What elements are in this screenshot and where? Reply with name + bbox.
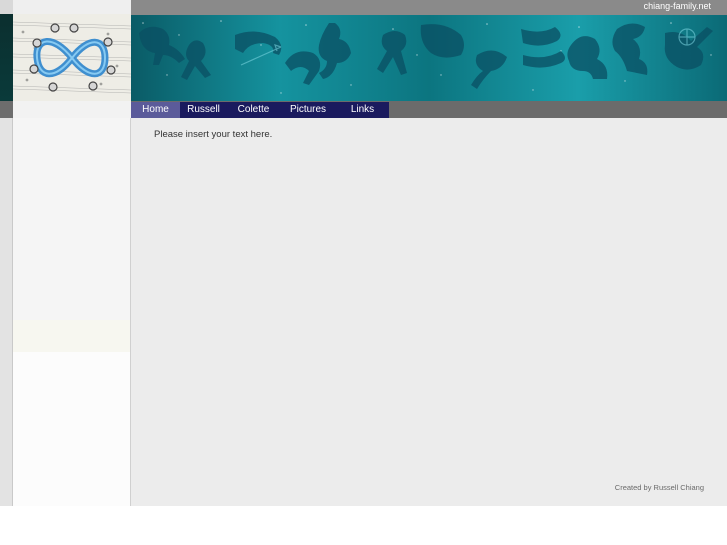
zodiac-banner xyxy=(131,15,727,101)
nav-left-spacer xyxy=(13,101,131,118)
nav-item-pictures[interactable]: Pictures xyxy=(280,102,336,118)
page-bottom xyxy=(0,506,727,545)
sidebar-band xyxy=(13,320,130,352)
nav-item-russell[interactable]: Russell xyxy=(180,102,227,118)
intro-text: Please insert your text here. xyxy=(154,129,273,140)
nav-item-links[interactable]: Links xyxy=(336,102,389,118)
sidebar-lower xyxy=(13,352,130,506)
left-strip-grey xyxy=(0,101,13,118)
left-strip-dark xyxy=(0,14,13,101)
nav-item-colette[interactable]: Colette xyxy=(227,102,280,118)
site-name: chiang-family.net xyxy=(643,1,711,11)
logo-image xyxy=(13,14,131,101)
left-strip-light xyxy=(0,118,13,506)
footer-credit: Created by Russell Chiang xyxy=(614,483,704,492)
sidebar xyxy=(13,118,131,506)
page: chiang-family.net Home Russell Colette P… xyxy=(0,0,727,545)
main-content: Please insert your text here. Created by… xyxy=(131,118,727,506)
top-bar: chiang-family.net xyxy=(131,0,727,15)
main-nav: Home Russell Colette Pictures Links xyxy=(131,102,389,118)
top-left-corner xyxy=(0,0,131,14)
nav-item-home[interactable]: Home xyxy=(131,102,180,118)
